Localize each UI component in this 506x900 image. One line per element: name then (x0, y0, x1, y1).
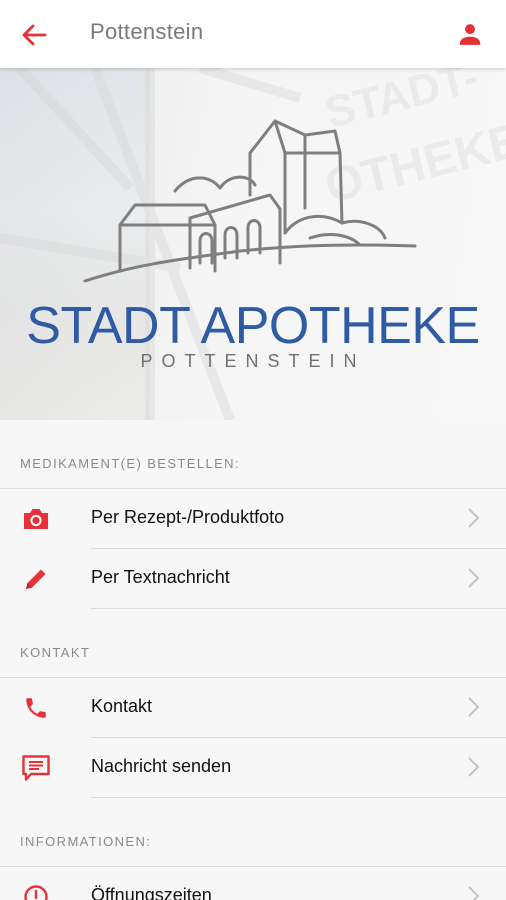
list-item-text-order[interactable]: Per Textnachricht (0, 549, 506, 609)
hero-banner: STADT- OTHEKE STADT APOTHEKE POTTEN (0, 68, 506, 420)
phone-icon (20, 694, 52, 722)
section-header-info: INFORMATIONEN: (20, 834, 152, 849)
brand-name: STADT APOTHEKE (26, 297, 480, 355)
chevron-right-icon (468, 697, 480, 717)
camera-icon (20, 505, 52, 533)
list-item-contact[interactable]: Kontakt (0, 678, 506, 738)
divider (91, 608, 506, 609)
menu-list: MEDIKAMENT(E) BESTELLEN: Per Rezept-/Pro… (0, 420, 506, 900)
info-group: Öffnungszeiten (0, 866, 506, 900)
clock-icon (20, 883, 52, 900)
list-item-label: Kontakt (91, 696, 153, 716)
section-header-contact: KONTAKT (20, 645, 91, 660)
section-header-order: MEDIKAMENT(E) BESTELLEN: (20, 456, 240, 471)
pencil-icon (20, 565, 52, 593)
message-icon (20, 754, 52, 782)
divider (91, 797, 506, 798)
contact-group: Kontakt Nachricht senden (0, 677, 506, 798)
user-button[interactable] (454, 18, 486, 50)
chevron-right-icon (468, 568, 480, 588)
list-item-label: Öffnungszeiten (91, 885, 212, 900)
chevron-right-icon (468, 508, 480, 528)
back-button[interactable] (18, 20, 50, 50)
list-item-label: Per Rezept-/Produktfoto (91, 507, 285, 527)
app-bar: Pottenstein (0, 0, 506, 68)
chevron-right-icon (468, 886, 480, 900)
order-group: Per Rezept-/Produktfoto Per Textnachrich… (0, 488, 506, 609)
list-item-label: Nachricht senden (91, 756, 232, 776)
page-title: Pottenstein (90, 19, 204, 44)
chevron-right-icon (468, 757, 480, 777)
list-item-label: Per Textnachricht (91, 567, 230, 587)
back-arrow-icon (22, 24, 47, 46)
list-item-photo-order[interactable]: Per Rezept-/Produktfoto (0, 489, 506, 549)
list-item-send-message[interactable]: Nachricht senden (0, 738, 506, 798)
castle-logo-drawing (83, 119, 417, 283)
brand-subtitle: POTTENSTEIN (140, 351, 366, 371)
user-icon (459, 24, 481, 45)
list-item-opening-hours[interactable]: Öffnungszeiten (0, 867, 506, 900)
